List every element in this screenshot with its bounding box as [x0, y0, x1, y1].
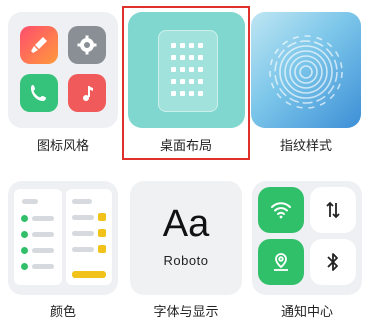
phone-icon [20, 74, 58, 112]
gear-icon [68, 26, 106, 64]
notification-center-tile[interactable] [252, 181, 362, 295]
selection-highlight [122, 6, 250, 160]
font-preview-glyph: Aa [162, 203, 210, 245]
icon-style-label: 图标风格 [36, 139, 89, 154]
notification-center-label: 通知中心 [280, 305, 333, 320]
color-label: 颜色 [49, 305, 76, 320]
icon-style-tile[interactable] [8, 12, 118, 128]
paint-brush-icon [20, 26, 58, 64]
color-preview-left-panel [14, 189, 62, 285]
color-preview-right-panel [66, 189, 112, 285]
bluetooth-icon [310, 239, 356, 285]
fingerprint-icon [269, 35, 343, 109]
data-arrows-icon [310, 187, 356, 233]
fingerprint-style-tile[interactable] [251, 12, 361, 128]
fingerprint-style-label: 指纹样式 [279, 139, 332, 154]
font-display-label: 字体与显示 [153, 305, 219, 320]
font-display-tile[interactable]: Aa Roboto [130, 181, 242, 295]
wifi-icon [258, 187, 304, 233]
color-tile[interactable] [8, 181, 118, 295]
font-preview-name: Roboto [163, 253, 209, 268]
music-note-icon [68, 74, 106, 112]
location-pin-icon [258, 239, 304, 285]
